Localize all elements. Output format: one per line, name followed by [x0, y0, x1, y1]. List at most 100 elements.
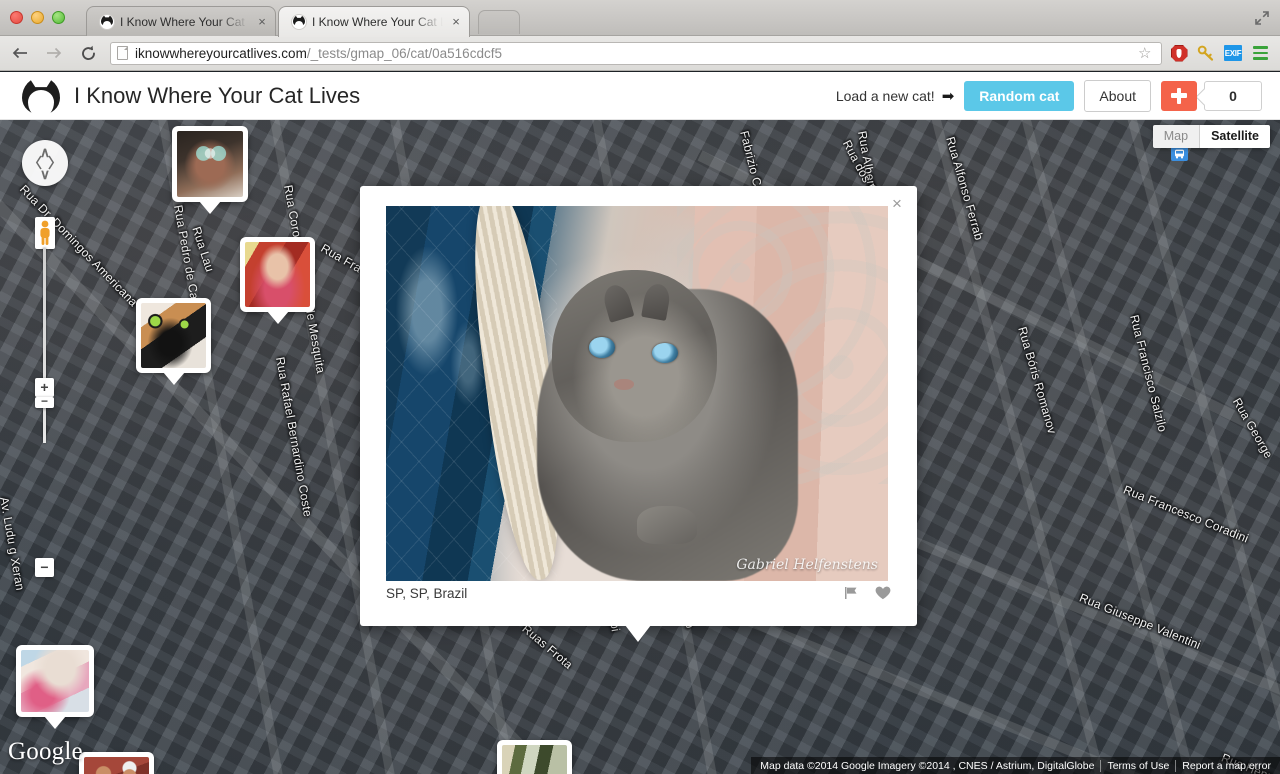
street-view-pegman[interactable] — [35, 217, 55, 249]
tab-title: I Know Where Your Cat Lives — [312, 15, 447, 29]
bookmark-star-icon[interactable]: ☆ — [1138, 45, 1154, 62]
password-key-icon[interactable] — [1194, 41, 1218, 65]
minimize-window-button[interactable] — [31, 11, 44, 24]
browser-chrome: I Know Where Your Cat Lives × I Know Whe… — [0, 0, 1280, 72]
tab-2[interactable]: I Know Where Your Cat Lives × — [278, 6, 470, 37]
forward-button[interactable] — [40, 39, 68, 67]
attribution-terms[interactable]: Terms of Use — [1101, 760, 1175, 772]
close-window-button[interactable] — [10, 11, 23, 24]
cat-nose — [614, 378, 635, 390]
cat-info-popup: × Gabriel Helfenstens SP, SP, Brazil — [360, 186, 917, 626]
popup-footer: SP, SP, Brazil — [386, 582, 891, 604]
report-flag-icon[interactable] — [844, 586, 858, 600]
page-document-icon — [117, 46, 128, 60]
marker-thumbnail — [502, 745, 567, 774]
cat-eye-left — [589, 337, 616, 358]
marker-cat-eyes[interactable] — [136, 298, 211, 373]
pegman-icon — [40, 220, 50, 245]
marker-thumbnail — [177, 131, 243, 197]
map-type-satellite[interactable]: Satellite — [1200, 125, 1270, 148]
favorite-heart-icon[interactable] — [875, 586, 891, 600]
about-button[interactable]: About — [1084, 79, 1151, 112]
tab-strip: I Know Where Your Cat Lives × I Know Whe… — [0, 0, 1280, 37]
reload-button[interactable] — [74, 39, 102, 67]
browser-toolbar: iknowwhereyourcatlives.com/_tests/gmap_0… — [0, 36, 1280, 71]
load-new-cat-prompt: Load a new cat! ➡ — [836, 87, 954, 105]
popup-actions — [844, 586, 891, 600]
marker-thumbnail — [245, 242, 310, 307]
marker-window[interactable] — [497, 740, 572, 774]
exif-viewer-icon[interactable]: EXIF — [1221, 41, 1245, 65]
google-watermark: Google — [8, 738, 83, 765]
site-header: I Know Where Your Cat Lives Load a new c… — [0, 72, 1280, 120]
flag-glyph — [845, 587, 857, 599]
heart-glyph — [875, 586, 891, 600]
marker-thumbnail — [84, 757, 149, 774]
tab-1[interactable]: I Know Where Your Cat Lives × — [86, 6, 276, 36]
zoom-slider-track[interactable] — [43, 248, 46, 443]
zoom-out-button[interactable]: − — [35, 558, 54, 577]
pan-right-icon[interactable]: 〉 — [48, 156, 62, 170]
attribution-mapdata: Map data ©2014 Google Imagery ©2014 , CN… — [760, 759, 1095, 772]
adblock-stop-icon[interactable] — [1167, 41, 1191, 65]
map-type-map[interactable]: Map — [1152, 125, 1201, 148]
stop-sign-glyph — [1170, 44, 1188, 62]
cat-favicon-icon — [99, 13, 115, 30]
transit-bus-icon[interactable] — [1171, 146, 1188, 161]
maximize-window-button[interactable] — [52, 11, 65, 24]
marker-thumbnail — [141, 303, 206, 368]
back-button[interactable] — [6, 39, 34, 67]
bus-glyph — [1175, 149, 1184, 158]
tab-close-icon[interactable]: × — [255, 15, 269, 29]
marker-girl-glasses[interactable] — [172, 126, 248, 202]
url-path: /_tests/gmap_06/cat/0a516cdcf5 — [306, 45, 502, 61]
cat-favicon-icon — [291, 14, 307, 30]
cat-ear-left — [600, 282, 634, 323]
pan-left-icon[interactable]: 〈 — [28, 156, 42, 170]
marker-kids[interactable] — [79, 752, 154, 774]
map-canvas[interactable]: Rua Lau Rua Fra Rua Alberto Lu Fabrizio … — [0, 120, 1280, 774]
marker-redhead[interactable] — [240, 237, 315, 312]
cat-paw — [637, 506, 698, 544]
load-new-cat-label: Load a new cat! — [835, 87, 935, 104]
random-cat-button[interactable]: Random cat — [964, 80, 1075, 111]
reload-icon — [81, 45, 95, 60]
header-actions: Load a new cat! ➡ Random cat About 0 — [836, 79, 1262, 112]
tab-title: I Know Where Your Cat Lives — [120, 14, 253, 29]
window-traffic-lights — [10, 11, 65, 24]
close-icon[interactable]: × — [887, 194, 907, 214]
plus-icon[interactable] — [1161, 80, 1197, 111]
url-domain: iknowwhereyourcatlives.com — [135, 45, 307, 61]
pan-control[interactable]: ∧ ∨ 〈 〉 — [22, 140, 68, 186]
new-tab-button[interactable] — [478, 10, 520, 34]
map-attribution: Map data ©2014 Google Imagery ©2014 , CN… — [751, 757, 1280, 774]
chrome-menu-icon[interactable] — [1248, 41, 1272, 65]
cat-location: SP, SP, Brazil — [386, 585, 468, 601]
forward-arrow-icon — [47, 47, 62, 59]
exif-label: EXIF — [1224, 45, 1242, 61]
page-title: I Know Where Your Cat Lives — [74, 82, 361, 108]
attribution-report[interactable]: Report a map error — [1176, 760, 1277, 772]
photo-watermark: Gabriel Helfenstens — [736, 557, 878, 573]
cat-head-logo-icon[interactable] — [22, 76, 60, 117]
marker-bedroom[interactable] — [16, 645, 94, 717]
menu-line — [1252, 46, 1268, 49]
menu-line — [1252, 57, 1268, 60]
logo-face-shape — [28, 89, 54, 117]
expand-arrows-glyph — [1255, 11, 1269, 25]
zoom-slider-knob[interactable]: − — [35, 395, 54, 408]
map-type-toggle[interactable]: Map Satellite — [1152, 125, 1270, 148]
menu-line — [1252, 51, 1268, 55]
marker-thumbnail — [21, 650, 89, 712]
arrow-right-icon: ➡ — [941, 87, 955, 105]
browser-window: Rua Lau Rua Fra Rua Alberto Lu Fabrizio … — [0, 0, 1280, 774]
cat-photo: Gabriel Helfenstens — [386, 206, 888, 581]
tab-close-icon[interactable]: × — [449, 15, 463, 29]
key-glyph — [1197, 45, 1214, 61]
url-text: iknowwhereyourcatlives.com/_tests/gmap_0… — [135, 46, 502, 61]
cat-ear-right — [641, 281, 673, 320]
address-bar[interactable]: iknowwhereyourcatlives.com/_tests/gmap_0… — [110, 41, 1162, 65]
cat-count-badge: 0 — [1204, 80, 1262, 111]
fullscreen-expand-icon[interactable] — [1253, 9, 1271, 27]
add-cat-group: 0 — [1161, 80, 1262, 111]
